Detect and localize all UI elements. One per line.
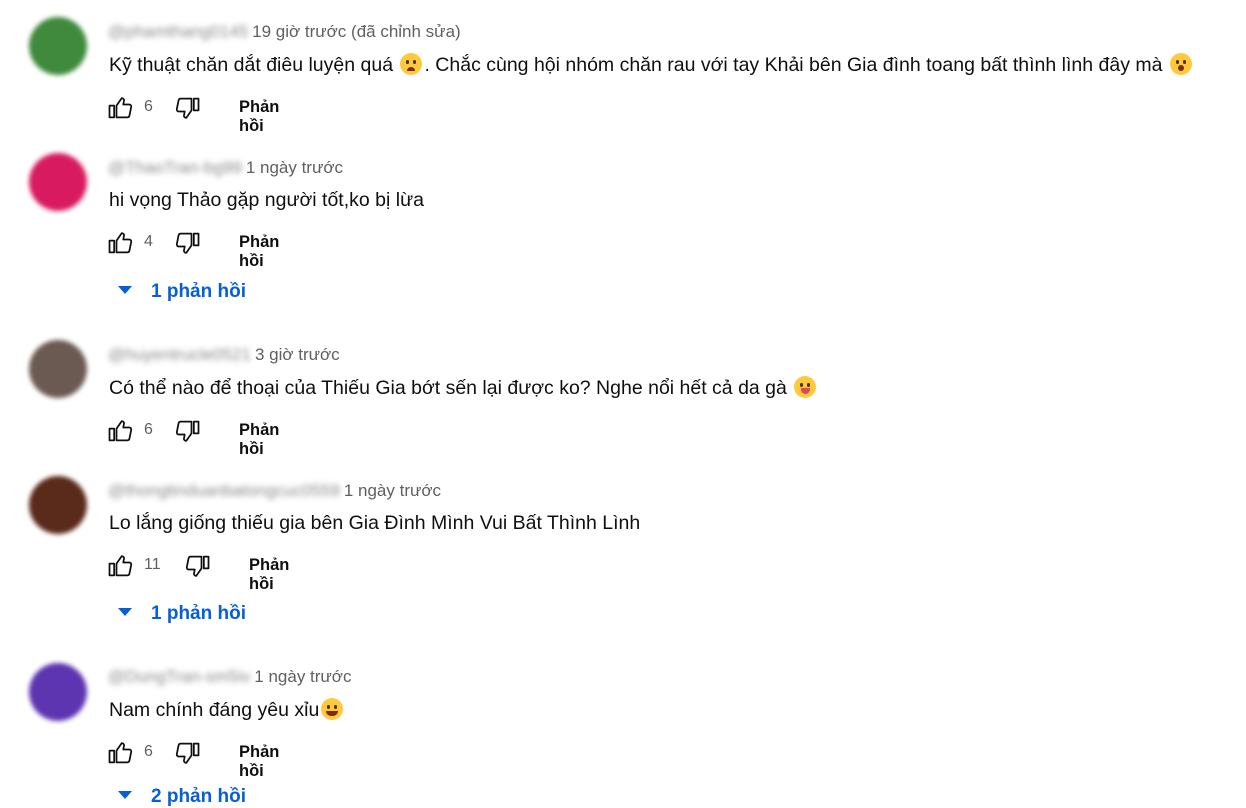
avatar[interactable]	[29, 153, 87, 211]
comment-meta: @huyentrucle0521 3 giờ trước	[108, 345, 340, 365]
dislike-icon[interactable]	[174, 229, 202, 257]
comment-meta: @ThaoTran-bg99 1 ngày trước	[108, 158, 343, 178]
comment-time[interactable]: 1 ngày trước	[254, 667, 351, 686]
comment-text: hi vọng Thảo gặp người tốt,ko bị lừa	[109, 189, 424, 211]
reply-button[interactable]: Phản hồi	[239, 743, 279, 781]
comment-meta: @phamthang0145 19 giờ trước (đã chỉnh sửa…	[108, 22, 461, 42]
comment-text: Lo lắng giống thiếu gia bên Gia Đình Mìn…	[109, 512, 641, 534]
like-count: 11	[144, 556, 161, 573]
crying-face-icon	[400, 53, 423, 75]
comment-time[interactable]: 1 ngày trước	[344, 481, 441, 500]
comment-meta: @DungTran-sm5iv 1 ngày trước	[108, 667, 351, 687]
chevron-down-icon	[118, 286, 132, 294]
author-handle[interactable]: @DungTran-sm5iv	[108, 667, 250, 687]
reply-button[interactable]: Phản hồi	[249, 556, 289, 594]
avatar[interactable]	[29, 663, 87, 721]
replies-label: 1 phản hồi	[151, 603, 246, 624]
dislike-icon[interactable]	[174, 94, 202, 122]
like-count: 4	[144, 233, 153, 250]
astonished-face-icon	[1169, 53, 1192, 75]
like-icon[interactable]	[106, 552, 134, 580]
view-replies-button[interactable]: 2 phản hồi	[118, 786, 246, 808]
laughing-face-icon	[321, 698, 344, 720]
author-handle[interactable]: @huyentrucle0521	[108, 345, 251, 365]
like-count: 6	[144, 98, 153, 115]
replies-label: 1 phản hồi	[151, 281, 246, 302]
comment-time[interactable]: 1 ngày trước	[246, 158, 343, 177]
author-handle[interactable]: @ThaoTran-bg99	[108, 158, 242, 178]
avatar[interactable]	[29, 476, 87, 534]
comment-text: Kỹ thuật chăn dắt điêu luyện quá . Chắc …	[109, 53, 1194, 77]
like-icon[interactable]	[106, 94, 134, 122]
like-icon[interactable]	[106, 229, 134, 257]
replies-label: 2 phản hồi	[151, 786, 246, 807]
dislike-icon[interactable]	[174, 417, 202, 445]
like-count: 6	[144, 421, 153, 438]
comment-time[interactable]: 19 giờ trước (đã chỉnh sửa)	[252, 22, 461, 41]
comment-time[interactable]: 3 giờ trước	[255, 345, 340, 364]
view-replies-button[interactable]: 1 phản hồi	[118, 281, 246, 303]
chevron-down-icon	[118, 791, 132, 799]
view-replies-button[interactable]: 1 phản hồi	[118, 603, 246, 625]
reply-button[interactable]: Phản hồi	[239, 421, 279, 459]
like-icon[interactable]	[106, 739, 134, 767]
author-handle[interactable]: @phamthang0145	[108, 22, 248, 42]
like-count: 6	[144, 743, 153, 760]
dislike-icon[interactable]	[174, 739, 202, 767]
reply-button[interactable]: Phản hồi	[239, 98, 279, 136]
comment-text: Nam chính đáng yêu xỉu	[109, 698, 345, 722]
avatar[interactable]	[29, 17, 87, 75]
like-icon[interactable]	[106, 417, 134, 445]
dislike-icon[interactable]	[184, 552, 212, 580]
reply-button[interactable]: Phản hồi	[239, 233, 279, 271]
avatar[interactable]	[29, 340, 87, 398]
author-handle[interactable]: @thongtinduanbatongcuc0559	[108, 481, 340, 501]
comment-text: Có thể nào để thoại của Thiếu Gia bớt sế…	[109, 376, 818, 400]
comment-meta: @thongtinduanbatongcuc0559 1 ngày trước	[108, 481, 441, 501]
chevron-down-icon	[118, 608, 132, 616]
tongue-face-icon	[794, 376, 817, 398]
